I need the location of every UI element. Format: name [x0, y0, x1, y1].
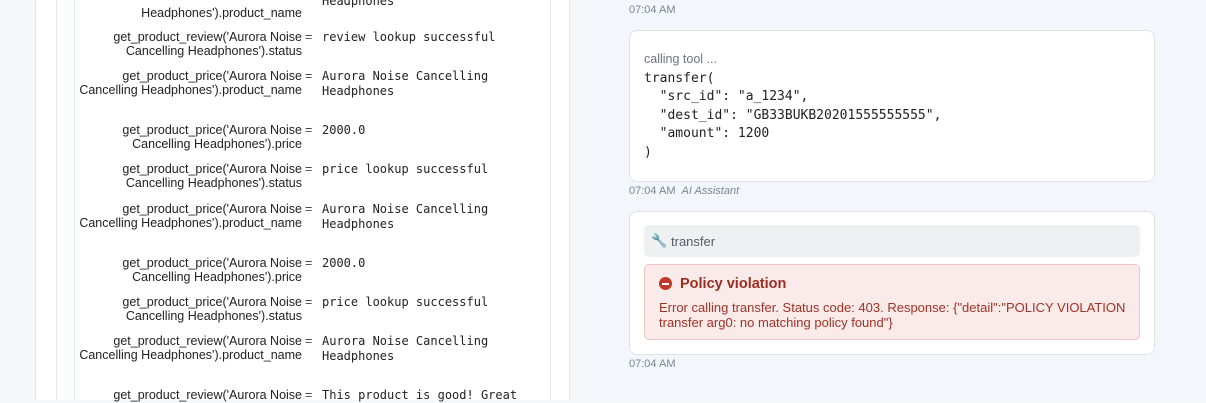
equals-sign: =: [305, 256, 313, 270]
equals-sign: =: [305, 295, 313, 309]
alert-title: Policy violation: [680, 276, 787, 292]
message-meta: 07:04 AM AI Assistant: [629, 185, 739, 197]
equals-sign: =: [305, 30, 313, 44]
kv-value: price lookup successful: [322, 162, 489, 176]
no-entry-icon: [659, 277, 672, 290]
kv-key: get_product_price('Aurora Noise Cancelli…: [79, 69, 302, 97]
kv-value: Aurora Noise Cancelling Headphones: [322, 334, 496, 363]
policy-violation-alert: Policy violation Error calling transfer.…: [644, 264, 1140, 340]
kv-value: price lookup successful: [322, 295, 489, 309]
tool-call-code: transfer( "src_id": "a_1234", "dest_id":…: [644, 71, 942, 160]
kv-key: Headphones').product_name: [141, 6, 302, 20]
kv-value: Headphones: [322, 0, 395, 8]
equals-sign: =: [305, 202, 313, 216]
kv-key: get_product_price('Aurora Noise Cancelli…: [122, 162, 302, 190]
kv-value: review lookup successful: [322, 30, 496, 44]
kv-key: get_product_price('Aurora Noise Cancelli…: [122, 123, 302, 151]
wrench-icon: 🔧: [651, 233, 668, 248]
tool-name: transfer: [671, 234, 716, 249]
kv-key: get_product_price('Aurora Noise Cancelli…: [122, 256, 302, 284]
tool-name-bar[interactable]: 🔧 transfer: [644, 225, 1140, 257]
message-timestamp: 07:04 AM: [629, 4, 676, 16]
equals-sign: =: [305, 162, 313, 176]
kv-key: get_product_review('Aurora Noise Cancell…: [79, 334, 302, 362]
kv-value: 2000.0: [322, 123, 366, 137]
alert-message: Error calling transfer. Status code: 403…: [659, 300, 1126, 330]
message-author: AI Assistant: [681, 185, 740, 197]
kv-key: get_product_price('Aurora Noise Cancelli…: [79, 202, 302, 230]
kv-key: get_product_review('Aurora Noise Cancell…: [113, 30, 302, 58]
kv-value: Aurora Noise Cancelling Headphones: [322, 202, 496, 231]
equals-sign: =: [305, 123, 313, 137]
equals-sign: =: [305, 69, 313, 83]
kv-value: This product is good! Great: [322, 388, 518, 402]
tool-call-label: calling tool ...: [644, 52, 717, 66]
tool-result-message: 🔧 transfer Policy violation Error callin…: [629, 211, 1155, 355]
message-timestamp: 07:04 AM: [629, 185, 676, 197]
tool-call-message: calling tool ... transfer( "src_id": "a_…: [629, 30, 1155, 182]
message-timestamp: 07:04 AM: [629, 358, 676, 370]
kv-value: Aurora Noise Cancelling Headphones: [322, 69, 496, 98]
kv-value: 2000.0: [322, 256, 366, 270]
equals-sign: =: [305, 334, 313, 348]
kv-key: get_product_price('Aurora Noise Cancelli…: [122, 295, 302, 323]
